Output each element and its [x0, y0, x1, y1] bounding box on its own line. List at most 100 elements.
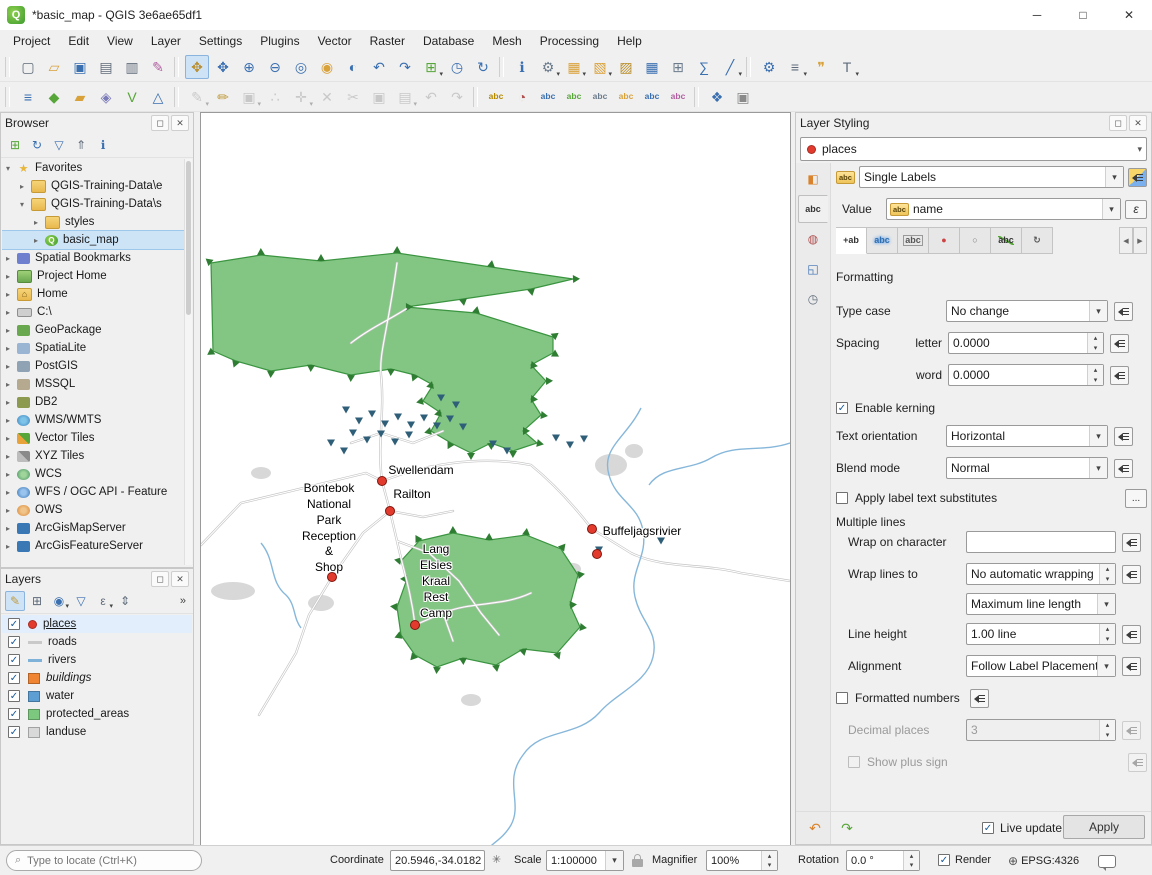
new-map-view-button[interactable]: ⊞▾ [419, 55, 443, 79]
expand-arrow-icon[interactable]: ▸ [6, 470, 17, 479]
browser-tree-item[interactable]: ▸ XYZ Tiles [2, 447, 185, 465]
data-defined-override-button[interactable] [1114, 427, 1133, 446]
tab-formatting[interactable]: +ab [836, 227, 867, 254]
browser-tree-item[interactable]: ▸ PostGIS [2, 357, 185, 375]
value-field-select[interactable]: abc name ▾ [886, 198, 1121, 220]
new-mesh-layer-button[interactable]: △ [146, 85, 170, 109]
expand-collapse-button[interactable]: ⇕ [115, 591, 135, 611]
browser-tree-item[interactable]: ▾ Favorites [2, 159, 185, 177]
add-point-feature-button[interactable]: ∴ [263, 85, 287, 109]
zoom-full-button[interactable]: ◎ [289, 55, 313, 79]
crs-button[interactable]: ⊕ EPSG:4326 [1008, 854, 1079, 868]
data-defined-override-button[interactable] [970, 689, 989, 708]
live-update-checkbox[interactable] [982, 822, 994, 834]
data-defined-override-button[interactable] [1114, 459, 1133, 478]
expand-arrow-icon[interactable]: ▸ [6, 254, 17, 263]
extents-toggle-icon[interactable]: ✳ [492, 853, 501, 866]
data-defined-override-button[interactable] [1110, 366, 1129, 385]
close-panel-icon[interactable]: ✕ [171, 571, 189, 587]
select-by-value-button[interactable]: ▧▾ [588, 55, 612, 79]
new-print-layout-button[interactable]: ▤ [94, 55, 118, 79]
spin-up-icon[interactable]: ▴ [1088, 333, 1103, 343]
symbology-tab[interactable]: ◧ [798, 165, 828, 193]
messages-icon[interactable] [1098, 855, 1116, 868]
zoom-last-button[interactable]: ↶ [367, 55, 391, 79]
select-features-button[interactable]: ▦▾ [562, 55, 586, 79]
open-layer-styling-button[interactable]: ✎ [5, 591, 25, 611]
float-panel-icon[interactable]: ◻ [151, 571, 169, 587]
minimize-button[interactable]: ─ [1014, 0, 1060, 30]
map-canvas[interactable]: SwellendamRailtonBontebokNationalParkRec… [200, 112, 791, 847]
locate-input[interactable] [25, 854, 189, 868]
map-tips-button[interactable]: ❞ [809, 55, 833, 79]
toolbar-handle[interactable] [746, 57, 751, 77]
close-button[interactable]: ✕ [1106, 0, 1152, 30]
menu-item[interactable]: Database [414, 31, 483, 51]
float-panel-icon[interactable]: ◻ [151, 115, 169, 131]
history-tab[interactable]: ◷ [798, 285, 828, 313]
expand-arrow-icon[interactable]: ▸ [6, 434, 17, 443]
browser-tree-item[interactable]: ▾ QGIS-Training-Data\s [2, 195, 185, 213]
layer-labeling-options-button[interactable]: abc [484, 85, 508, 109]
style-manager-button[interactable]: ✎ [146, 55, 170, 79]
tabs-scroll-left-icon[interactable]: ◀ [1119, 227, 1133, 254]
new-geopackage-layer-button[interactable]: ◆ [42, 85, 66, 109]
data-defined-override-button[interactable] [1122, 721, 1141, 740]
layer-visibility-checkbox[interactable] [8, 654, 20, 666]
browser-tree-item[interactable]: ▸ WMS/WMTS [2, 411, 185, 429]
tab-buffer[interactable]: abc [867, 227, 898, 254]
data-defined-override-button[interactable] [1110, 334, 1129, 353]
layer-visibility-checkbox[interactable] [8, 672, 20, 684]
properties-widget-button[interactable]: ℹ [93, 135, 113, 155]
toolbar-handle[interactable] [174, 87, 179, 107]
toggle-editing-button[interactable]: ✏ [211, 85, 235, 109]
tab-mask[interactable]: ● [929, 227, 960, 254]
expand-arrow-icon[interactable]: ▸ [6, 416, 17, 425]
browser-tree-item[interactable]: ▸ DB2 [2, 393, 185, 411]
redo-button[interactable]: ↷ [445, 85, 469, 109]
zoom-to-selection-button[interactable]: ◉ [315, 55, 339, 79]
lock-scale-icon[interactable] [632, 859, 643, 867]
magnifier-spinner[interactable]: 100% ▴▾ [706, 850, 778, 871]
vertex-tool-button[interactable]: ✛▾ [289, 85, 313, 109]
toolbox-button[interactable]: ≡▾ [783, 55, 807, 79]
browser-tree-item[interactable]: ▸ Vector Tiles [2, 429, 185, 447]
project-new-button[interactable]: ▢ [16, 55, 40, 79]
open-attribute-table-button[interactable]: ▦ [640, 55, 664, 79]
substitutes-checkbox[interactable] [836, 492, 848, 504]
undo-style-button[interactable]: ↶ [800, 816, 830, 840]
menu-item[interactable]: Settings [190, 31, 251, 51]
temporal-controller-button[interactable]: ◷ [445, 55, 469, 79]
processing-toolbox-button[interactable]: ⚙ [757, 55, 781, 79]
filter-by-expression-button[interactable]: ε▾ [93, 591, 113, 611]
identify-features-button[interactable]: ℹ [510, 55, 534, 79]
labels-tab[interactable]: abc [798, 195, 828, 223]
filter-legend-button[interactable]: ▽ [71, 591, 91, 611]
expand-arrow-icon[interactable]: ▸ [6, 362, 17, 371]
maximize-button[interactable]: □ [1060, 0, 1106, 30]
browser-tree-item[interactable]: ▸ ArcGisFeatureServer [2, 537, 185, 555]
expand-arrow-icon[interactable]: ▸ [6, 506, 17, 515]
locate-box[interactable]: ⌕ [6, 850, 202, 871]
layer-item[interactable]: buildings [2, 669, 192, 687]
wrap-char-input[interactable] [966, 531, 1116, 553]
orientation-select[interactable]: Horizontal ▾ [946, 425, 1108, 447]
refresh-map-button[interactable]: ↻ [471, 55, 495, 79]
tab-rendering[interactable]: ↻ [1022, 227, 1053, 254]
layer-item[interactable]: landuse [2, 723, 192, 741]
letter-spacing-spinner[interactable]: 0.0000 ▴▾ [948, 332, 1104, 354]
add-selected-layers-button[interactable]: ⊞ [5, 135, 25, 155]
toolbar-overflow-icon[interactable]: » [180, 595, 190, 607]
layer-visibility-checkbox[interactable] [8, 726, 20, 738]
new-spatialite-layer-button[interactable]: ◈ [94, 85, 118, 109]
highlight-pinned-labels-button[interactable]: abc [536, 85, 560, 109]
text-annotation-button[interactable]: T▾ [835, 55, 859, 79]
spin-up-icon[interactable]: ▴ [1088, 365, 1103, 375]
spin-down-icon[interactable]: ▾ [904, 861, 919, 871]
spin-up-icon[interactable]: ▴ [904, 851, 919, 861]
toolbar-handle[interactable] [5, 57, 10, 77]
rotation-spinner[interactable]: 0.0 ° ▴▾ [846, 850, 920, 871]
expand-arrow-icon[interactable]: ▸ [6, 380, 17, 389]
data-defined-override-button[interactable] [1114, 302, 1133, 321]
browser-tree-item[interactable]: ▸ styles [2, 213, 185, 231]
